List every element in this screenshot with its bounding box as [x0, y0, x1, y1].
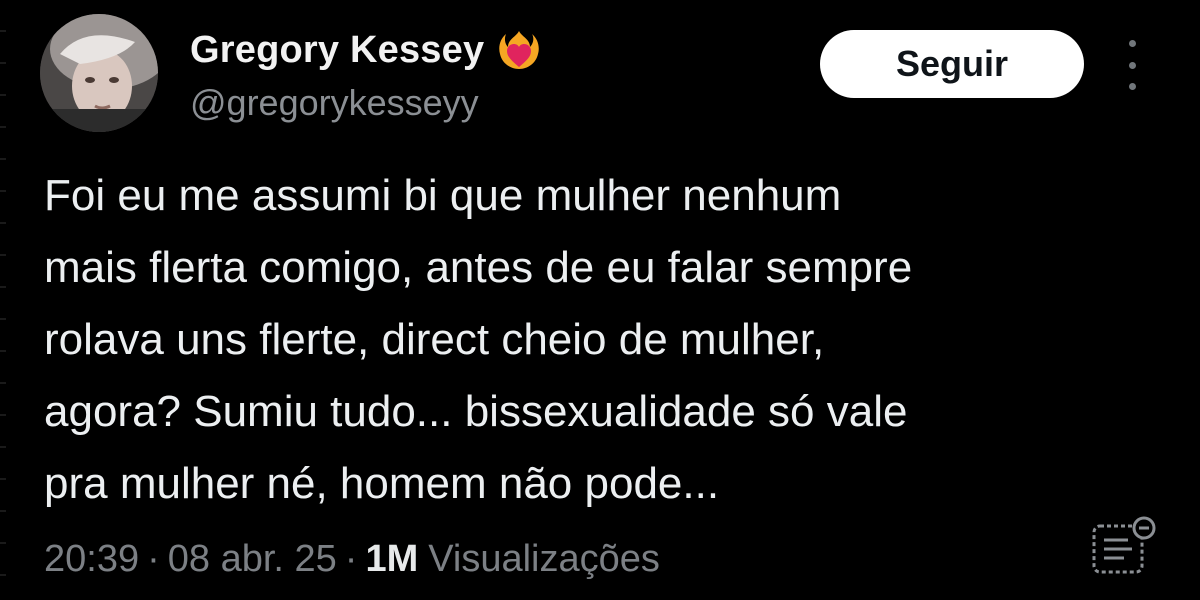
tweet-text-line: agora? Sumiu tudo... bissexualidade só v… [44, 387, 908, 436]
tweet-text: Foi eu me assumi bi que mulher nenhum ma… [44, 160, 1164, 520]
tweet-date[interactable]: 08 abr. 25 [168, 538, 337, 581]
meta-separator: · [344, 537, 358, 580]
left-edge-artifact [0, 0, 6, 600]
analytics-icon[interactable] [1088, 516, 1158, 578]
display-name[interactable]: Gregory Kessey [190, 29, 484, 72]
more-dot [1128, 83, 1136, 90]
tweet-text-line: pra mulher né, homem não pode... [44, 459, 720, 508]
author-name-row: Gregory Kessey [190, 28, 542, 72]
tweet-meta: 20:39 · 08 abr. 25 · 1M Visualizações [44, 534, 660, 584]
avatar-photo-icon [40, 14, 158, 132]
follow-button[interactable]: Seguir [820, 30, 1084, 98]
meta-separator: · [147, 537, 160, 580]
tweet-card: Gregory Kessey @gregorykesseyy Seguir Fo… [0, 0, 1200, 600]
more-dot [1128, 40, 1136, 47]
tweet-text-line: mais flerta comigo, antes de eu falar se… [44, 243, 913, 292]
more-vertical-icon[interactable] [1118, 40, 1146, 90]
heart-on-fire-icon [496, 27, 542, 73]
more-dot [1128, 61, 1136, 69]
views-label: Visualizações [428, 537, 660, 580]
tweet-text-line: rolava uns flerte, direct cheio de mulhe… [44, 315, 825, 364]
views-count: 1M [365, 537, 419, 580]
tweet-text-line: Foi eu me assumi bi que mulher nenhum [44, 171, 842, 220]
tweet-time[interactable]: 20:39 [44, 538, 139, 581]
avatar[interactable] [40, 14, 158, 132]
author-handle[interactable]: @gregorykesseyy [190, 82, 479, 124]
